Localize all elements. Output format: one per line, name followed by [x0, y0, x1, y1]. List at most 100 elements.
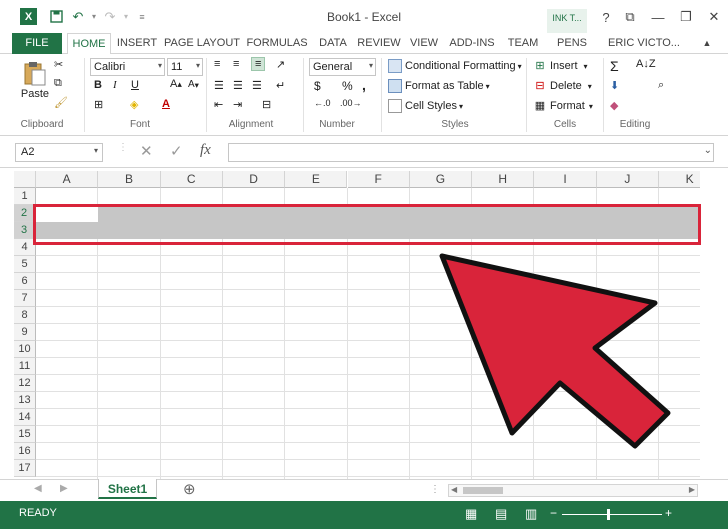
zoom-slider-thumb[interactable] [607, 509, 610, 520]
undo-dropdown-icon[interactable]: ▾ [89, 7, 99, 27]
row-header-12[interactable]: 12 [14, 375, 36, 392]
copy-icon[interactable]: ⧉ [54, 77, 62, 90]
delete-cells-button[interactable]: ⊟ Delete ▾ [533, 79, 591, 93]
zoom-in-icon[interactable]: + [665, 506, 672, 520]
row-header-1[interactable]: 1 [14, 188, 36, 205]
increase-decimal-icon[interactable]: ←.0 [314, 98, 331, 108]
align-right-icon[interactable]: ☰ [252, 79, 262, 92]
expand-formula-bar-icon[interactable]: ⌄ [704, 145, 712, 156]
merge-center-icon[interactable]: ⊟ [262, 98, 271, 111]
scroll-right-icon[interactable]: ▶ [60, 483, 68, 494]
horizontal-scrollbar[interactable]: ◀ ▶ [448, 484, 698, 497]
zoom-out-icon[interactable]: − [550, 506, 557, 520]
column-header-a[interactable]: A [36, 171, 99, 188]
tab-team[interactable]: TEAM [503, 33, 543, 54]
sheet-tab-sheet1[interactable]: Sheet1 [98, 479, 157, 499]
decrease-decimal-icon[interactable]: .00→ [340, 98, 362, 108]
column-header-g[interactable]: G [409, 171, 473, 188]
ribbon-display-icon[interactable]: ⧉ [616, 6, 644, 28]
scroll-left-icon[interactable]: ◀ [451, 485, 457, 494]
formula-input[interactable] [228, 143, 714, 162]
align-left-icon[interactable]: ☰ [214, 79, 224, 92]
scroll-right-icon[interactable]: ▶ [689, 485, 695, 494]
close-icon[interactable]: ✕ [700, 6, 728, 28]
conditional-formatting-button[interactable]: Conditional Formatting ▾ [388, 59, 522, 73]
clear-icon[interactable]: ◆ [610, 99, 618, 112]
row-header-16[interactable]: 16 [14, 443, 36, 460]
increase-indent-icon[interactable]: ⇥ [233, 98, 242, 111]
format-painter-icon[interactable]: 🖌 [54, 96, 68, 109]
bold-button[interactable]: B [94, 79, 102, 91]
format-cells-button[interactable]: ▦ Format ▾ [533, 99, 593, 113]
user-account[interactable]: ERIC VICTO... [604, 33, 684, 54]
column-header-j[interactable]: J [596, 171, 659, 188]
row-header-10[interactable]: 10 [14, 341, 36, 358]
undo-icon[interactable]: ↶ [67, 7, 89, 27]
row-header-5[interactable]: 5 [14, 256, 36, 273]
redo-icon[interactable]: ↷ [99, 7, 121, 27]
row-header-8[interactable]: 8 [14, 307, 36, 324]
cell-styles-button[interactable]: Cell Styles ▾ [388, 99, 463, 113]
tab-data[interactable]: DATA [314, 33, 352, 54]
enter-icon[interactable]: ✓ [170, 142, 183, 160]
help-icon[interactable]: ? [596, 6, 616, 28]
minimize-icon[interactable]: — [644, 6, 672, 28]
align-center-icon[interactable]: ☰ [233, 79, 243, 92]
row-header-9[interactable]: 9 [14, 324, 36, 341]
row-header-6[interactable]: 6 [14, 273, 36, 290]
scroll-left-icon[interactable]: ◀ [34, 483, 42, 494]
column-header-i[interactable]: I [534, 171, 597, 188]
collapse-ribbon-icon[interactable]: ▲ [700, 33, 714, 54]
customize-qat-icon[interactable]: ≡ [131, 7, 153, 27]
row-header-13[interactable]: 13 [14, 392, 36, 409]
scrollbar-thumb[interactable] [463, 487, 503, 494]
tab-formulas[interactable]: FORMULAS [244, 33, 310, 54]
comma-button[interactable]: , [362, 77, 366, 93]
currency-button[interactable]: $ [314, 79, 321, 93]
paste-button[interactable]: Paste [20, 60, 50, 100]
column-header-f[interactable]: F [347, 171, 410, 188]
orientation-icon[interactable]: ↗ [276, 58, 285, 71]
row-header-17[interactable]: 17 [14, 460, 36, 477]
row-header-14[interactable]: 14 [14, 409, 36, 426]
tab-file[interactable]: FILE [12, 33, 62, 54]
column-header-k[interactable]: K [659, 171, 700, 188]
column-header-b[interactable]: B [98, 171, 161, 188]
page-break-view-icon[interactable]: ▥ [525, 506, 537, 522]
font-family-select[interactable]: Calibri ▾ [90, 58, 165, 76]
ink-tools-contextual-tab[interactable]: INK T... [547, 9, 587, 33]
tab-page-layout[interactable]: PAGE LAYOUT [163, 33, 241, 54]
wrap-text-icon[interactable]: ↵ [276, 79, 285, 92]
row-header-7[interactable]: 7 [14, 290, 36, 307]
borders-icon[interactable]: ⊞ [94, 98, 103, 111]
restore-icon[interactable]: ❐ [672, 6, 700, 28]
column-header-d[interactable]: D [222, 171, 286, 188]
tab-view[interactable]: VIEW [406, 33, 442, 54]
align-middle-icon[interactable]: ≡ [233, 58, 239, 70]
align-top-icon[interactable]: ≡ [214, 58, 220, 70]
align-bottom-icon[interactable]: ≡ [251, 57, 266, 71]
percent-button[interactable]: % [342, 79, 353, 93]
find-select-icon[interactable]: ⌕ [658, 79, 664, 92]
save-icon[interactable] [45, 7, 67, 27]
decrease-indent-icon[interactable]: ⇤ [214, 98, 223, 111]
page-layout-view-icon[interactable]: ▤ [495, 506, 507, 522]
zoom-slider[interactable] [562, 514, 662, 515]
tab-insert[interactable]: INSERT [114, 33, 160, 54]
tab-pens[interactable]: PENS [552, 33, 592, 54]
insert-cells-button[interactable]: ⊞ Insert ▾ [533, 59, 587, 73]
decrease-font-icon[interactable]: A ▾ [188, 79, 199, 90]
tab-add-ins[interactable]: ADD-INS [446, 33, 498, 54]
increase-font-icon[interactable]: A ▴ [170, 78, 182, 90]
fill-icon[interactable]: ⬇ [610, 79, 619, 92]
column-header-c[interactable]: C [160, 171, 223, 188]
cut-icon[interactable]: ✂ [54, 58, 63, 71]
underline-button[interactable]: U [131, 79, 139, 91]
fill-color-icon[interactable]: ◈ [130, 98, 138, 111]
row-header-15[interactable]: 15 [14, 426, 36, 443]
tab-review[interactable]: REVIEW [356, 33, 402, 54]
name-box[interactable]: A2 ▾ [15, 143, 103, 162]
row-header-11[interactable]: 11 [14, 358, 36, 375]
italic-button[interactable]: I [113, 79, 117, 91]
normal-view-icon[interactable]: ▦ [465, 506, 477, 522]
